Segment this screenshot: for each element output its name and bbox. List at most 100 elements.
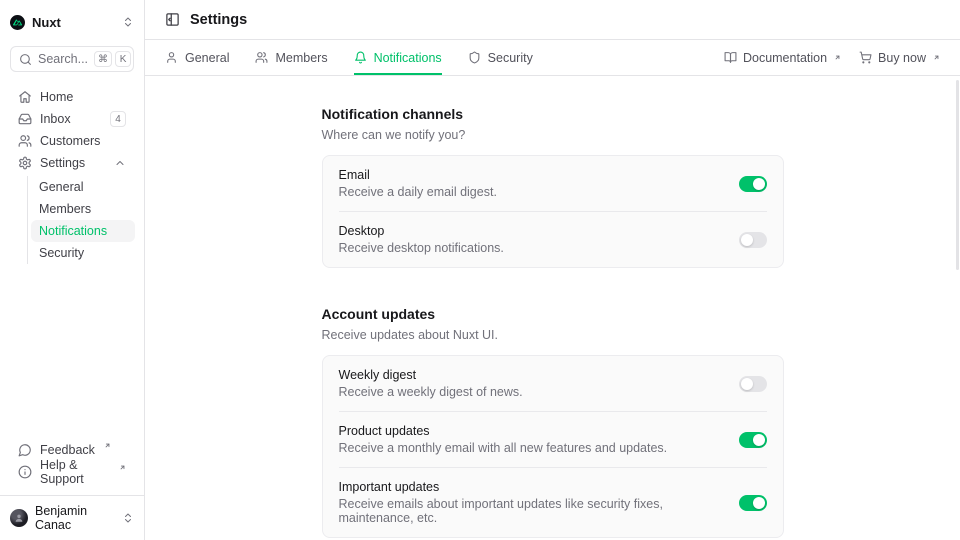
- chevron-up-icon: [114, 157, 126, 169]
- external-link-icon: [834, 54, 841, 61]
- user-menu[interactable]: Benjamin Canac: [0, 495, 144, 540]
- section-title: Notification channels: [322, 106, 784, 122]
- inbox-badge: 4: [110, 111, 126, 127]
- shield-icon: [468, 51, 481, 64]
- sidebar-item-label: Notifications: [39, 224, 107, 238]
- setting-description: Receive emails about important updates l…: [339, 497, 723, 525]
- setting-row-email: Email Receive a daily email digest.: [323, 156, 783, 211]
- action-label: Buy now: [878, 51, 926, 65]
- setting-description: Receive a monthly email with all new fea…: [339, 441, 723, 455]
- bell-icon: [354, 51, 367, 64]
- sidebar-item-label: Settings: [40, 156, 85, 170]
- tab-label: General: [185, 51, 229, 65]
- section-title: Account updates: [322, 306, 784, 322]
- tab-label: Members: [275, 51, 327, 65]
- desktop-toggle[interactable]: [739, 232, 767, 248]
- setting-description: Receive desktop notifications.: [339, 241, 723, 255]
- documentation-link[interactable]: Documentation: [724, 51, 841, 65]
- shopping-cart-icon: [859, 51, 872, 64]
- product-updates-toggle[interactable]: [739, 432, 767, 448]
- setting-label: Weekly digest: [339, 368, 723, 382]
- gear-icon: [18, 156, 32, 170]
- inbox-icon: [18, 112, 32, 126]
- action-label: Documentation: [743, 51, 827, 65]
- sidebar-item-home[interactable]: Home: [9, 86, 135, 108]
- important-updates-toggle[interactable]: [739, 495, 767, 511]
- nuxt-logo-icon: [10, 15, 25, 30]
- users-icon: [255, 51, 268, 64]
- user-name: Benjamin Canac: [35, 504, 115, 532]
- sidebar-item-customers[interactable]: Customers: [9, 130, 135, 152]
- page-title: Settings: [190, 12, 247, 28]
- section-description: Where can we notify you?: [322, 128, 784, 142]
- sidebar-item-label: Security: [39, 246, 84, 260]
- setting-row-important-updates: Important updates Receive emails about i…: [323, 468, 783, 537]
- external-link-icon: [119, 464, 126, 471]
- external-link-icon: [933, 54, 940, 61]
- search-placeholder: Search...: [38, 52, 88, 66]
- sidebar-collapse-icon[interactable]: [165, 12, 180, 27]
- sidebar-item-settings[interactable]: Settings: [9, 152, 135, 174]
- tabbar-actions: Documentation Buy now: [724, 40, 940, 75]
- account-card: Weekly digest Receive a weekly digest of…: [322, 355, 784, 538]
- kbd-k: K: [115, 51, 131, 67]
- tab-label: Notifications: [374, 51, 442, 65]
- tab-label: Security: [488, 51, 533, 65]
- team-switcher[interactable]: Nuxt: [10, 10, 134, 34]
- setting-label: Product updates: [339, 424, 723, 438]
- sidebar-item-label: General: [39, 180, 83, 194]
- scrollbar[interactable]: [956, 80, 959, 270]
- setting-label: Email: [339, 168, 723, 182]
- tab-members[interactable]: Members: [255, 40, 327, 75]
- tabbar: General Members Notifications Security: [145, 40, 960, 76]
- setting-label: Important updates: [339, 480, 723, 494]
- tab-security[interactable]: Security: [468, 40, 533, 75]
- chevrons-up-down-icon: [122, 16, 134, 28]
- sidebar-item-label: Customers: [40, 134, 100, 148]
- setting-row-weekly-digest: Weekly digest Receive a weekly digest of…: [323, 356, 783, 411]
- team-name: Nuxt: [32, 15, 61, 30]
- setting-row-product-updates: Product updates Receive a monthly email …: [323, 412, 783, 467]
- sidebar-item-settings-members[interactable]: Members: [31, 198, 135, 220]
- sidebar-item-settings-general[interactable]: General: [31, 176, 135, 198]
- weekly-digest-toggle[interactable]: [739, 376, 767, 392]
- chevrons-up-down-icon: [122, 512, 134, 524]
- home-icon: [18, 90, 32, 104]
- message-bubble-icon: [18, 443, 32, 457]
- tab-general[interactable]: General: [165, 40, 229, 75]
- tab-notifications[interactable]: Notifications: [354, 40, 442, 75]
- email-toggle[interactable]: [739, 176, 767, 192]
- external-link-icon: [104, 442, 111, 449]
- settings-content: Notification channels Where can we notif…: [145, 76, 960, 540]
- search-input[interactable]: Search... ⌘ K: [10, 46, 134, 72]
- sidebar-item-label: Members: [39, 202, 91, 216]
- search-icon: [19, 53, 32, 66]
- sidebar-item-label: Home: [40, 90, 73, 104]
- setting-description: Receive a daily email digest.: [339, 185, 723, 199]
- user-icon: [165, 51, 178, 64]
- section-notification-channels: Notification channels Where can we notif…: [322, 106, 784, 268]
- sidebar-item-settings-security[interactable]: Security: [31, 242, 135, 264]
- settings-subnav: General Members Notifications Security: [27, 176, 135, 264]
- sidebar-item-inbox[interactable]: Inbox 4: [9, 108, 135, 130]
- section-description: Receive updates about Nuxt UI.: [322, 328, 784, 342]
- setting-label: Desktop: [339, 224, 723, 238]
- info-circle-icon: [18, 465, 32, 479]
- avatar: [10, 509, 28, 527]
- channels-card: Email Receive a daily email digest. Desk…: [322, 155, 784, 268]
- book-icon: [724, 51, 737, 64]
- kbd-meta: ⌘: [94, 51, 112, 67]
- users-icon: [18, 134, 32, 148]
- section-account-updates: Account updates Receive updates about Nu…: [322, 306, 784, 538]
- setting-row-desktop: Desktop Receive desktop notifications.: [323, 212, 783, 267]
- sidebar: Nuxt Search... ⌘ K Home: [0, 0, 145, 540]
- sidebar-item-label: Inbox: [40, 112, 71, 126]
- sidebar-item-settings-notifications[interactable]: Notifications: [31, 220, 135, 242]
- sidebar-footer: Feedback Help & Support: [0, 439, 144, 489]
- page-header: Settings: [145, 0, 960, 40]
- sidebar-item-label: Feedback: [40, 443, 95, 457]
- sidebar-item-label: Help & Support: [40, 458, 110, 486]
- buy-now-link[interactable]: Buy now: [859, 51, 940, 65]
- sidebar-item-help-support[interactable]: Help & Support: [9, 461, 135, 483]
- sidebar-nav: Home Inbox 4 Customers Settings: [0, 86, 144, 264]
